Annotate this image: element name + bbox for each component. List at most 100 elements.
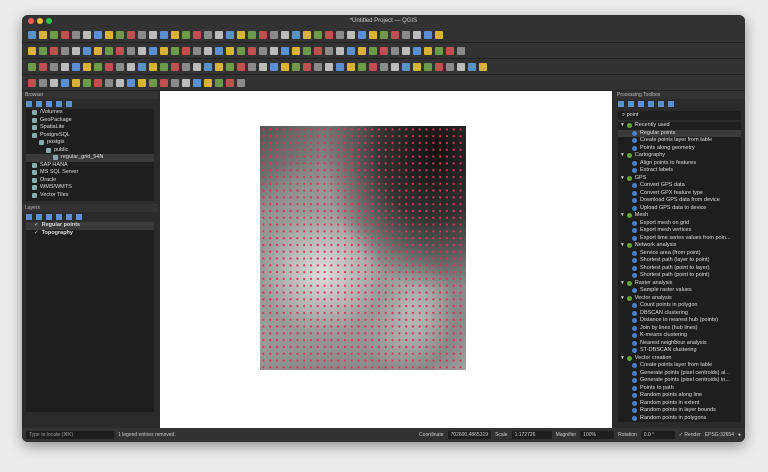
toolbox-algorithm[interactable]: Convert GPS data xyxy=(618,182,741,190)
toolbar-button-icon[interactable] xyxy=(105,30,113,39)
models-icon[interactable] xyxy=(618,101,624,107)
crs-button[interactable]: EPSG:32654 xyxy=(705,432,734,438)
toolbox-algorithm[interactable]: Random points in layer bounds xyxy=(618,407,741,415)
toolbar-button-icon[interactable] xyxy=(226,46,234,55)
toolbox-algorithm[interactable]: Export mesh vertices xyxy=(618,227,741,235)
toolbar-button-icon[interactable] xyxy=(28,78,36,87)
toolbar-button-icon[interactable] xyxy=(457,62,465,71)
toolbar-button-icon[interactable] xyxy=(28,62,36,71)
toolbar-button-icon[interactable] xyxy=(83,30,91,39)
toolbar-button-icon[interactable] xyxy=(116,46,124,55)
toolbar-button-icon[interactable] xyxy=(336,30,344,39)
toolbar-button-icon[interactable] xyxy=(116,30,124,39)
toolbox-algorithm[interactable]: Distance to nearest hub (points) xyxy=(618,317,741,325)
toolbox-algorithm[interactable]: Join by lines (hub lines) xyxy=(618,325,741,333)
add-icon[interactable] xyxy=(26,101,32,107)
toolbar-button-icon[interactable] xyxy=(479,62,487,71)
toolbar-button-icon[interactable] xyxy=(39,62,47,71)
toolbox-algorithm[interactable]: Random points along line xyxy=(618,392,741,400)
toolbar-button-icon[interactable] xyxy=(468,62,476,71)
toolbar-button-icon[interactable] xyxy=(160,30,168,39)
history-icon[interactable] xyxy=(638,101,644,107)
toolbar-button-icon[interactable] xyxy=(171,78,179,87)
toolbar-button-icon[interactable] xyxy=(226,62,234,71)
toolbar-button-icon[interactable] xyxy=(270,30,278,39)
toolbox-group[interactable]: ▾ Vector creation xyxy=(618,355,741,363)
toolbar-button-icon[interactable] xyxy=(160,46,168,55)
toolbox-search-input[interactable]: ⌕ point xyxy=(618,111,741,120)
toolbar-button-icon[interactable] xyxy=(215,30,223,39)
toolbar-button-icon[interactable] xyxy=(105,62,113,71)
toolbar-button-icon[interactable] xyxy=(61,46,69,55)
toolbox-group[interactable]: ▾ Vector analysis xyxy=(618,295,741,303)
expand-icon[interactable] xyxy=(66,214,72,220)
toolbox-algorithm[interactable]: K-means clustering xyxy=(618,332,741,340)
toolbar-button-icon[interactable] xyxy=(50,62,58,71)
toolbar-button-icon[interactable] xyxy=(83,62,91,71)
map-canvas[interactable] xyxy=(160,91,612,428)
toolbar-button-icon[interactable] xyxy=(292,46,300,55)
toolbox-algorithm[interactable]: ST-DBSCAN clustering xyxy=(618,347,741,355)
visibility-icon[interactable] xyxy=(46,214,52,220)
toolbar-button-icon[interactable] xyxy=(105,46,113,55)
toolbar-button-icon[interactable] xyxy=(237,62,245,71)
toolbox-algorithm[interactable]: Sample raster values xyxy=(618,287,741,295)
toolbar-button-icon[interactable] xyxy=(325,46,333,55)
toolbar-button-icon[interactable] xyxy=(61,78,69,87)
magnifier-field[interactable]: 100% xyxy=(580,431,615,439)
toolbox-algorithm[interactable]: Upload GPS data to device xyxy=(618,205,741,213)
toolbar-button-icon[interactable] xyxy=(138,78,146,87)
toolbox-algorithm[interactable]: Shortest path (point to point) xyxy=(618,272,741,280)
toolbar-button-icon[interactable] xyxy=(358,46,366,55)
toolbox-algorithm[interactable]: Generate points (pixel centroids) al... xyxy=(618,370,741,378)
toolbar-button-icon[interactable] xyxy=(358,62,366,71)
toolbar-button-icon[interactable] xyxy=(325,62,333,71)
toolbar-button-icon[interactable] xyxy=(413,62,421,71)
toolbar-button-icon[interactable] xyxy=(435,30,443,39)
python-icon[interactable] xyxy=(628,101,634,107)
toolbar-button-icon[interactable] xyxy=(391,46,399,55)
toolbar-button-icon[interactable] xyxy=(369,46,377,55)
toolbar-button-icon[interactable] xyxy=(380,62,388,71)
toolbar-button-icon[interactable] xyxy=(358,30,366,39)
toolbar-button-icon[interactable] xyxy=(446,46,454,55)
toolbox-algorithm[interactable]: Convert GPX feature type xyxy=(618,190,741,198)
layer-checkbox[interactable]: ✓ xyxy=(34,222,39,230)
layer-checkbox[interactable]: ✓ xyxy=(34,230,39,238)
toolbar-button-icon[interactable] xyxy=(281,46,289,55)
toolbar-button-icon[interactable] xyxy=(127,78,135,87)
toolbar-button-icon[interactable] xyxy=(193,78,201,87)
add-group-icon[interactable] xyxy=(36,214,42,220)
toolbar-button-icon[interactable] xyxy=(204,78,212,87)
toolbar-button-icon[interactable] xyxy=(83,46,91,55)
toolbox-algorithm[interactable]: DBSCAN clustering xyxy=(618,310,741,318)
toolbar-button-icon[interactable] xyxy=(292,30,300,39)
toolbar-button-icon[interactable] xyxy=(105,78,113,87)
toolbar-button-icon[interactable] xyxy=(72,30,80,39)
toolbar-button-icon[interactable] xyxy=(402,62,410,71)
toolbar-button-icon[interactable] xyxy=(61,62,69,71)
toolbar-button-icon[interactable] xyxy=(204,30,212,39)
toolbar-button-icon[interactable] xyxy=(160,78,168,87)
minimize-button[interactable] xyxy=(37,18,43,24)
refresh-icon[interactable] xyxy=(36,101,42,107)
toolbar-button-icon[interactable] xyxy=(402,46,410,55)
browser-item[interactable]: MS SQL Server xyxy=(26,169,154,177)
toolbox-group[interactable]: ▾ Raster analysis xyxy=(618,280,741,288)
toolbar-button-icon[interactable] xyxy=(138,46,146,55)
toolbar-button-icon[interactable] xyxy=(314,62,322,71)
browser-item[interactable]: /Volumes xyxy=(26,109,154,117)
toolbar-button-icon[interactable] xyxy=(215,46,223,55)
browser-item[interactable]: Oracle xyxy=(26,177,154,185)
toolbox-algorithm[interactable]: Random points in extent xyxy=(618,400,741,408)
toolbar-button-icon[interactable] xyxy=(435,46,443,55)
remove-layer-icon[interactable] xyxy=(76,214,82,220)
toolbar-button-icon[interactable] xyxy=(193,46,201,55)
toolbox-group[interactable]: ▾ Network analysis xyxy=(618,242,741,250)
toolbox-algorithm[interactable]: Create points layer from table xyxy=(618,137,741,145)
filter-icon[interactable] xyxy=(56,214,62,220)
toolbar-button-icon[interactable] xyxy=(116,78,124,87)
toolbar-button-icon[interactable] xyxy=(149,62,157,71)
toolbox-algorithm[interactable]: Nearest neighbour analysis xyxy=(618,340,741,348)
toolbox-algorithm[interactable]: Regular points xyxy=(618,129,741,137)
